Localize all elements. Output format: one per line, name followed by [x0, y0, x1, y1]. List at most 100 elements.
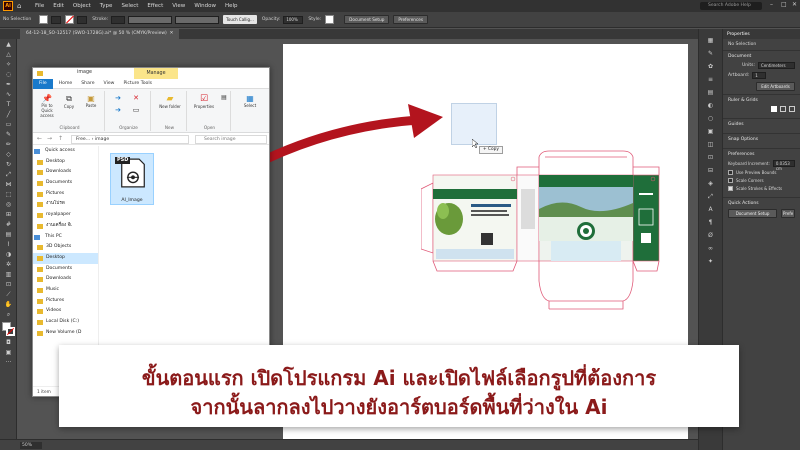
layers-icon[interactable]: ◫	[706, 141, 716, 149]
pin-button[interactable]: 📌 Pin to Quick access	[37, 94, 57, 118]
nav-item[interactable]: Downloads	[33, 274, 98, 285]
brushes-icon[interactable]: ✎	[706, 50, 716, 58]
gradient-panel-icon[interactable]: ▤	[706, 89, 716, 97]
tab-share[interactable]: Share	[81, 81, 94, 86]
links-icon[interactable]: ∞	[706, 245, 716, 253]
magic-wand-icon[interactable]: ✧	[2, 61, 15, 69]
blend-icon[interactable]: ◑	[2, 251, 15, 259]
mesh-icon[interactable]: #	[2, 221, 15, 229]
nav-item[interactable]: Music	[33, 285, 98, 296]
explorer-search-input[interactable]: Search image	[195, 135, 267, 144]
paragraph-icon[interactable]: ¶	[706, 219, 716, 227]
tab-view[interactable]: View	[104, 81, 115, 86]
minimize-icon[interactable]: –	[770, 1, 773, 8]
nav-item[interactable]: Desktop	[33, 157, 98, 168]
eyedropper-icon[interactable]: ⌇	[2, 241, 15, 249]
brush-definition[interactable]	[175, 15, 220, 24]
nav-item[interactable]: Pictures	[33, 296, 98, 307]
symbol-sprayer-icon[interactable]: ✲	[2, 261, 15, 269]
home-icon[interactable]: ⌂	[17, 2, 27, 10]
units-select[interactable]: Centimeters	[758, 62, 795, 69]
character-icon[interactable]: A	[706, 206, 716, 214]
forward-icon[interactable]: →	[47, 135, 52, 142]
scale-corners-checkbox[interactable]: Scale Corners	[728, 178, 795, 183]
nav-item[interactable]: งานเครื่อง จีเ	[33, 221, 98, 232]
nav-item[interactable]: Videos	[33, 306, 98, 317]
quick-document-setup-button[interactable]: Document Setup	[728, 209, 778, 218]
nav-item[interactable]: royalpaper	[33, 210, 98, 221]
selection-tool-icon[interactable]: ▲	[2, 41, 15, 49]
open-icon[interactable]: ▤	[219, 94, 229, 101]
help-search-input[interactable]: Search Adobe Help	[700, 2, 762, 10]
stroke-swatch[interactable]	[65, 15, 75, 24]
pen-tool-icon[interactable]: ✒	[2, 81, 15, 89]
nav-item[interactable]: New Volume (D	[33, 328, 98, 339]
nav-item[interactable]: Documents	[33, 178, 98, 189]
scale-icon[interactable]: ⤢	[2, 171, 15, 179]
select-button[interactable]: ▦ Select	[237, 94, 263, 108]
graph-tool-icon[interactable]: ▥	[2, 271, 15, 279]
stroke-dropdown[interactable]	[77, 15, 88, 24]
pixel-grid-icon[interactable]	[789, 106, 795, 112]
transparency-icon[interactable]: ◐	[706, 102, 716, 110]
document-tab[interactable]: 64-12-18_SO-12517 (SWO-1728G).ai* @ 50 %…	[20, 29, 180, 39]
zoom-level-select[interactable]: 50%	[20, 441, 42, 449]
rotate-icon[interactable]: ↻	[2, 161, 15, 169]
move-to-icon[interactable]: ➔	[113, 94, 123, 102]
more-tools-icon[interactable]: ···	[2, 359, 15, 367]
screen-mode-icon[interactable]: ▣	[2, 349, 15, 357]
nav-item[interactable]: Documents	[33, 264, 98, 275]
opacity-input[interactable]: 100%	[283, 15, 304, 24]
psd-file-item[interactable]: PSD AI_Image	[110, 153, 154, 205]
tab-picture-tools[interactable]: Picture Tools	[123, 81, 152, 86]
use-preview-bounds-checkbox[interactable]: Use Preview Bounds	[728, 170, 795, 175]
quick-preferences-button[interactable]: Prefe	[781, 209, 795, 218]
rectangle-tool-icon[interactable]: ▭	[2, 121, 15, 129]
color-guide-icon[interactable]: ✦	[706, 258, 716, 266]
perspective-grid-icon[interactable]: ⊞	[2, 211, 15, 219]
curvature-tool-icon[interactable]: ∿	[2, 91, 15, 99]
transform-icon[interactable]: ⤢	[706, 193, 716, 201]
glyphs-icon[interactable]: Ø	[706, 232, 716, 240]
packaging-dieline[interactable]	[421, 149, 685, 317]
menu-view[interactable]: View	[172, 3, 185, 9]
rename-icon[interactable]: ▭	[131, 106, 141, 114]
menu-file[interactable]: File	[35, 3, 44, 9]
gradient-icon[interactable]: ▤	[2, 231, 15, 239]
graphic-style-swatch[interactable]	[325, 15, 335, 24]
artboard-tool-icon[interactable]: ⊡	[2, 281, 15, 289]
ruler-icon[interactable]	[771, 106, 777, 112]
nav-item[interactable]: งานโปรด	[33, 199, 98, 210]
nav-item[interactable]: This PC	[33, 232, 98, 243]
tab-home[interactable]: Home	[59, 81, 73, 86]
shape-builder-icon[interactable]: ◎	[2, 201, 15, 209]
close-icon[interactable]: ✕	[792, 1, 797, 8]
up-icon[interactable]: ↑	[58, 135, 63, 142]
nav-item[interactable]: Downloads	[33, 167, 98, 178]
appearance-icon[interactable]: ○	[706, 115, 716, 123]
menu-edit[interactable]: Edit	[53, 3, 64, 9]
manage-tab[interactable]: Manage	[134, 68, 178, 79]
align-icon[interactable]: ⊟	[706, 167, 716, 175]
nav-item[interactable]: Quick access	[33, 146, 98, 157]
variable-width-profile[interactable]	[128, 15, 173, 24]
swatches-icon[interactable]: ▦	[706, 37, 716, 45]
maximize-icon[interactable]: □	[781, 1, 787, 8]
tab-properties[interactable]: Properties	[727, 32, 750, 37]
paste-button[interactable]: ▣ Paste	[81, 94, 101, 108]
symbols-icon[interactable]: ✿	[706, 63, 716, 71]
stroke-icon[interactable]: ≡	[706, 76, 716, 84]
grid-icon[interactable]	[780, 106, 786, 112]
nav-item[interactable]: 3D Objects	[33, 242, 98, 253]
copy-button[interactable]: ⧉ Copy	[59, 94, 79, 109]
edit-artboards-button[interactable]: Edit Artboards	[756, 82, 795, 91]
address-input[interactable]: Free... › image	[71, 135, 189, 144]
copy-to-icon[interactable]: ➔	[113, 106, 123, 114]
pathfinder-icon[interactable]: ◈	[706, 180, 716, 188]
document-setup-button[interactable]: Document Setup	[344, 15, 390, 24]
menu-object[interactable]: Object	[73, 3, 91, 9]
menu-effect[interactable]: Effect	[147, 3, 163, 9]
nav-item[interactable]: Pictures	[33, 189, 98, 200]
width-tool-icon[interactable]: ⋈	[2, 181, 15, 189]
paintbrush-icon[interactable]: ✎	[2, 131, 15, 139]
